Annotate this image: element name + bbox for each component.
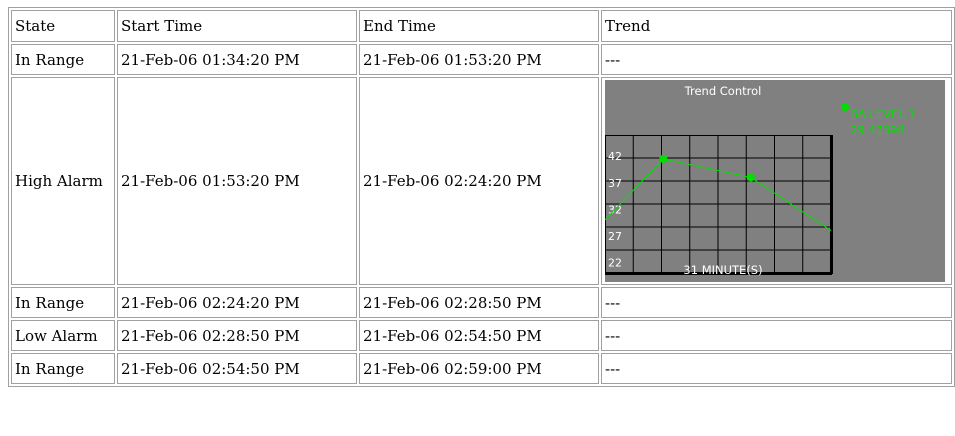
header-start-time: Start Time [117,10,357,42]
header-end-time: End Time [359,10,599,42]
start-time-cell: 21-Feb-06 02:24:20 PM [117,287,357,318]
state-cell: In Range [11,353,115,384]
legend-series-name: BA:LEVEL.1 [850,107,916,121]
end-time-cell: 21-Feb-06 02:59:00 PM [359,353,599,384]
table-row: In Range 21-Feb-06 02:54:50 PM 21-Feb-06… [11,353,952,384]
y-tick-label: 37 [608,177,622,190]
start-time-cell: 21-Feb-06 01:34:20 PM [117,44,357,75]
end-time-cell: 21-Feb-06 02:28:50 PM [359,287,599,318]
trend-control-chart[interactable]: Trend Control 42 37 32 27 22 BA:LEVEL.1 29.4… [605,80,945,282]
header-trend: Trend [601,10,952,42]
table-row: In Range 21-Feb-06 01:34:20 PM 21-Feb-06… [11,44,952,75]
start-time-cell: 21-Feb-06 02:54:50 PM [117,353,357,384]
start-time-cell: 21-Feb-06 02:28:50 PM [117,320,357,351]
table-row: High Alarm 21-Feb-06 01:53:20 PM 21-Feb-… [11,77,952,285]
trend-cell: --- [601,353,952,384]
table-header-row: State Start Time End Time Trend [11,10,952,42]
y-tick-label: 27 [608,230,622,243]
legend-marker-icon [841,103,849,111]
trend-cell: --- [601,320,952,351]
data-point [746,173,755,182]
state-cell: In Range [11,287,115,318]
state-cell: In Range [11,44,115,75]
end-time-cell: 21-Feb-06 02:24:20 PM [359,77,599,285]
table-row: Low Alarm 21-Feb-06 02:28:50 PM 21-Feb-0… [11,320,952,351]
trend-cell: --- [601,287,952,318]
trend-cell: --- [601,44,952,75]
y-tick-label: 42 [608,150,622,163]
header-state: State [11,10,115,42]
start-time-cell: 21-Feb-06 01:53:20 PM [117,77,357,285]
state-cell: High Alarm [11,77,115,285]
trend-chart-cell: Trend Control 42 37 32 27 22 BA:LEVEL.1 29.4… [601,77,952,285]
state-cell: Low Alarm [11,320,115,351]
end-time-cell: 21-Feb-06 01:53:20 PM [359,44,599,75]
legend-series-value: 29.42398 [850,123,905,137]
data-point [659,154,668,163]
end-time-cell: 21-Feb-06 02:54:50 PM [359,320,599,351]
alarm-history-table: State Start Time End Time Trend In Range… [8,7,955,387]
trend-x-axis-label: 31 MINUTE(S) [683,263,763,277]
table-row: In Range 21-Feb-06 02:24:20 PM 21-Feb-06… [11,287,952,318]
